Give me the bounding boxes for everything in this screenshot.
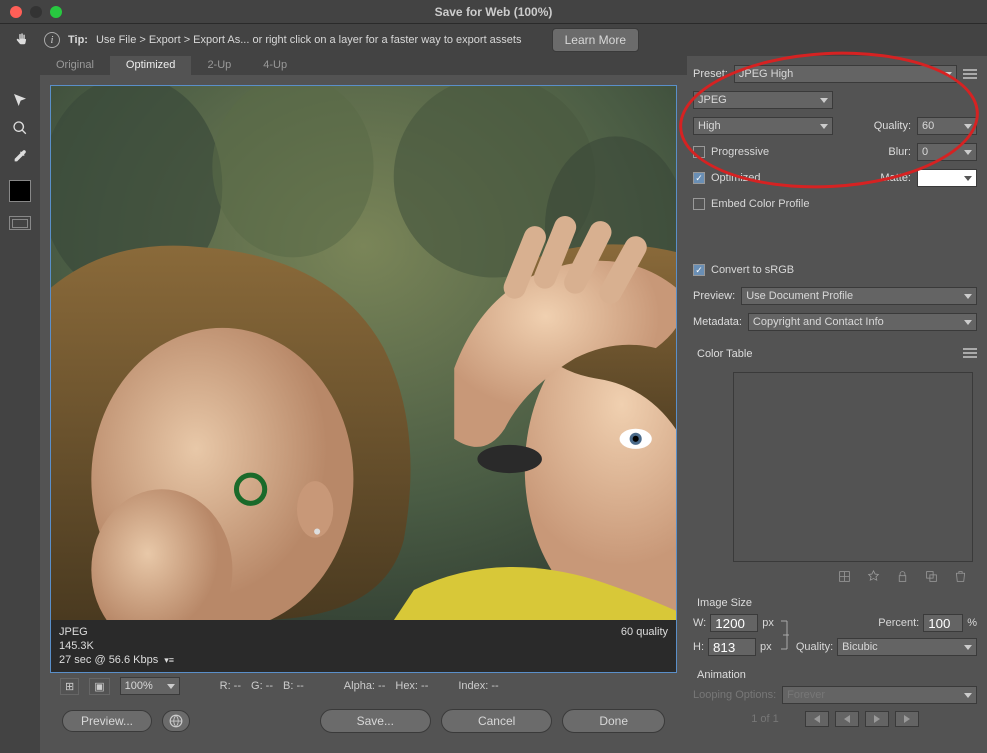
first-frame-button	[805, 711, 829, 727]
status-r: R: --	[220, 680, 241, 692]
tip-bar: i Tip: Use File > Export > Export As... …	[0, 24, 987, 56]
lock-icon[interactable]	[896, 570, 909, 583]
preview-profile-label: Preview:	[693, 290, 735, 302]
blur-field[interactable]: 0	[917, 143, 977, 161]
preview-button[interactable]: Preview...	[62, 710, 152, 732]
height-field[interactable]	[708, 638, 756, 656]
status-index: Index: --	[458, 680, 498, 692]
constrain-proportions-icon[interactable]	[778, 617, 792, 653]
blur-label: Blur:	[888, 146, 911, 158]
h-px: px	[760, 641, 772, 653]
preview-quality: 60 quality	[621, 626, 668, 638]
image-size-header: Image Size	[697, 597, 977, 609]
eyedropper-tool[interactable]	[8, 146, 32, 166]
learn-more-button[interactable]: Learn More	[552, 28, 639, 52]
progressive-label: Progressive	[711, 146, 769, 158]
tab-optimized[interactable]: Optimized	[110, 56, 192, 75]
preview-download-time: 27 sec @ 56.6 Kbps	[59, 654, 158, 666]
looping-label: Looping Options:	[693, 689, 776, 701]
convert-srgb-checkbox[interactable]	[693, 264, 705, 276]
hand-tool[interactable]	[10, 30, 34, 50]
slice-select-tool[interactable]	[8, 90, 32, 110]
animation-header: Animation	[697, 669, 977, 681]
status-hex: Hex: --	[395, 680, 428, 692]
actual-icon[interactable]: ▣	[89, 678, 109, 695]
w-px: px	[762, 617, 774, 629]
fit-icon[interactable]: ⊞	[60, 678, 79, 695]
titlebar: Save for Web (100%)	[0, 0, 987, 24]
ct-icon-4[interactable]	[925, 570, 938, 583]
optimized-label: Optimized	[711, 172, 761, 184]
last-frame-button	[895, 711, 919, 727]
percent-label: Percent:	[878, 617, 919, 629]
prev-frame-button	[835, 711, 859, 727]
optimized-checkbox[interactable]	[693, 172, 705, 184]
done-button[interactable]: Done	[562, 709, 665, 733]
matte-label: Matte:	[880, 172, 911, 184]
metadata-label: Metadata:	[693, 316, 742, 328]
quality-label: Quality:	[874, 120, 911, 132]
image-preview[interactable]: JPEG 60 quality 145.3K 27 sec @ 56.6 Kbp…	[50, 85, 677, 673]
looping-dropdown: Forever	[782, 686, 977, 704]
animation-page: 1 of 1	[751, 713, 779, 725]
settings-panel: Preset: JPEG High JPEG High Quality: 60 …	[687, 56, 987, 753]
left-toolbar	[0, 56, 40, 753]
format-dropdown[interactable]: JPEG	[693, 91, 833, 109]
quality-preset-dropdown[interactable]: High	[693, 117, 833, 135]
tab-original[interactable]: Original	[40, 56, 110, 75]
tip-label: Tip:	[68, 34, 88, 46]
toggle-slices-visibility[interactable]	[9, 216, 31, 230]
zoom-select[interactable]: 100%	[120, 677, 180, 695]
resize-quality-label: Quality:	[796, 641, 833, 653]
percent-field[interactable]	[923, 614, 963, 632]
preset-menu-icon[interactable]	[963, 69, 977, 79]
tab-4up[interactable]: 4-Up	[247, 56, 303, 75]
info-icon: i	[44, 32, 60, 48]
metadata-dropdown[interactable]: Copyright and Contact Info	[748, 313, 977, 331]
browser-preview-button[interactable]	[162, 710, 190, 732]
preview-menu-icon[interactable]: ▾≡	[164, 655, 174, 666]
preview-info: JPEG 60 quality 145.3K 27 sec @ 56.6 Kbp…	[51, 620, 676, 672]
eyedropper-color[interactable]	[9, 180, 31, 202]
preview-tabs: Original Optimized 2-Up 4-Up	[40, 56, 687, 75]
ct-icon-2[interactable]	[867, 570, 880, 583]
preview-filesize: 145.3K	[59, 640, 668, 652]
matte-color[interactable]	[917, 169, 977, 187]
embed-profile-label: Embed Color Profile	[711, 198, 809, 210]
preset-label: Preset:	[693, 68, 728, 80]
preset-dropdown[interactable]: JPEG High	[734, 65, 957, 83]
color-table-icons	[693, 566, 977, 587]
color-table-label: Color Table	[697, 348, 752, 360]
resize-quality-dropdown[interactable]: Bicubic	[837, 638, 977, 656]
bottom-bar: Preview... Save... Cancel Done	[50, 699, 677, 743]
convert-srgb-label: Convert to sRGB	[711, 264, 794, 276]
percent-sym: %	[967, 617, 977, 629]
status-bar: ⊞ ▣ 100% R: -- G: -- B: -- Alpha: -- Hex…	[50, 673, 677, 699]
preview-format: JPEG	[59, 626, 88, 638]
color-table-menu-icon[interactable]	[963, 348, 977, 358]
tab-2up[interactable]: 2-Up	[191, 56, 247, 75]
color-table	[733, 372, 973, 562]
tip-text: Use File > Export > Export As... or righ…	[96, 34, 522, 46]
status-g: G: --	[251, 680, 273, 692]
status-b: B: --	[283, 680, 304, 692]
next-frame-button	[865, 711, 889, 727]
w-label: W:	[693, 617, 706, 629]
h-label: H:	[693, 641, 704, 653]
embed-profile-checkbox[interactable]	[693, 198, 705, 210]
ct-icon-1[interactable]	[838, 570, 851, 583]
window-title: Save for Web (100%)	[0, 5, 987, 19]
preview-image	[51, 86, 676, 620]
status-alpha: Alpha: --	[344, 680, 386, 692]
quality-field[interactable]: 60	[917, 117, 977, 135]
preview-profile-dropdown[interactable]: Use Document Profile	[741, 287, 977, 305]
zoom-tool[interactable]	[8, 118, 32, 138]
cancel-button[interactable]: Cancel	[441, 709, 552, 733]
save-button[interactable]: Save...	[320, 709, 431, 733]
trash-icon[interactable]	[954, 570, 967, 583]
width-field[interactable]	[710, 614, 758, 632]
progressive-checkbox[interactable]	[693, 146, 705, 158]
